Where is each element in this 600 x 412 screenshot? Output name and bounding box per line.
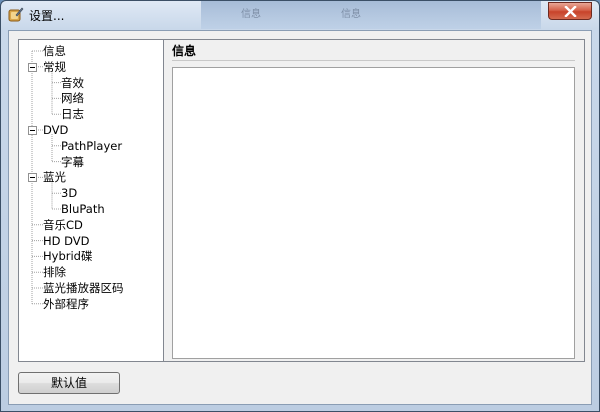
tree-item[interactable]: 常规 [43,59,66,75]
tree-item[interactable]: HD DVD [43,233,90,249]
tree-item[interactable]: 3D [61,185,77,201]
dialog-client-area: 信息 常规 音效 网络 日志 DVD PathPlayer 字幕 蓝光 3D BluPath 音乐CD… [8,30,592,405]
title-bar-backdrop: 信息 信息 [201,1,541,29]
content-heading: 信息 [172,44,197,58]
tree-item[interactable]: 排除 [43,264,66,280]
settings-dialog: 信息 信息 设置... 信息 常规 音效 网络 日志 DVD PathPlayer 字幕 蓝光 3… [0,0,600,412]
backdrop-text: 信息 [241,9,261,20]
backdrop-text: 信息 [341,9,361,20]
tree-item[interactable]: DVD [43,122,68,138]
tree-item[interactable]: PathPlayer [61,138,122,154]
tree-item[interactable]: 音乐CD [43,217,83,233]
content-panel: 信息 [164,39,585,362]
collapse-minus-icon[interactable] [28,126,37,135]
tree-item[interactable]: 信息 [43,43,66,59]
settings-tree[interactable]: 信息 常规 音效 网络 日志 DVD PathPlayer 字幕 蓝光 3D BluPath 音乐CD… [18,39,164,362]
heading-divider [172,60,575,61]
settings-app-icon [8,7,24,23]
default-values-button[interactable]: 默认值 [18,372,120,394]
tree-item[interactable]: 外部程序 [43,296,89,312]
title-bar[interactable]: 信息 信息 设置... [1,1,599,29]
info-content-box [172,67,575,359]
tree-item[interactable]: Hybrid碟 [43,248,92,264]
close-button[interactable] [548,2,592,20]
tree-item[interactable]: BluPath [61,201,105,217]
tree-item[interactable]: 蓝光 [43,169,66,185]
collapse-minus-icon[interactable] [28,173,37,183]
close-icon [564,6,577,17]
tree-item[interactable]: 日志 [61,106,84,122]
tree-item[interactable]: 音效 [61,75,84,91]
tree-item[interactable]: 字幕 [61,154,84,170]
window-title: 设置... [29,9,65,23]
tree-item[interactable]: 网络 [61,90,84,106]
collapse-minus-icon[interactable] [28,62,37,72]
tree-item[interactable]: 蓝光播放器区码 [43,280,124,296]
